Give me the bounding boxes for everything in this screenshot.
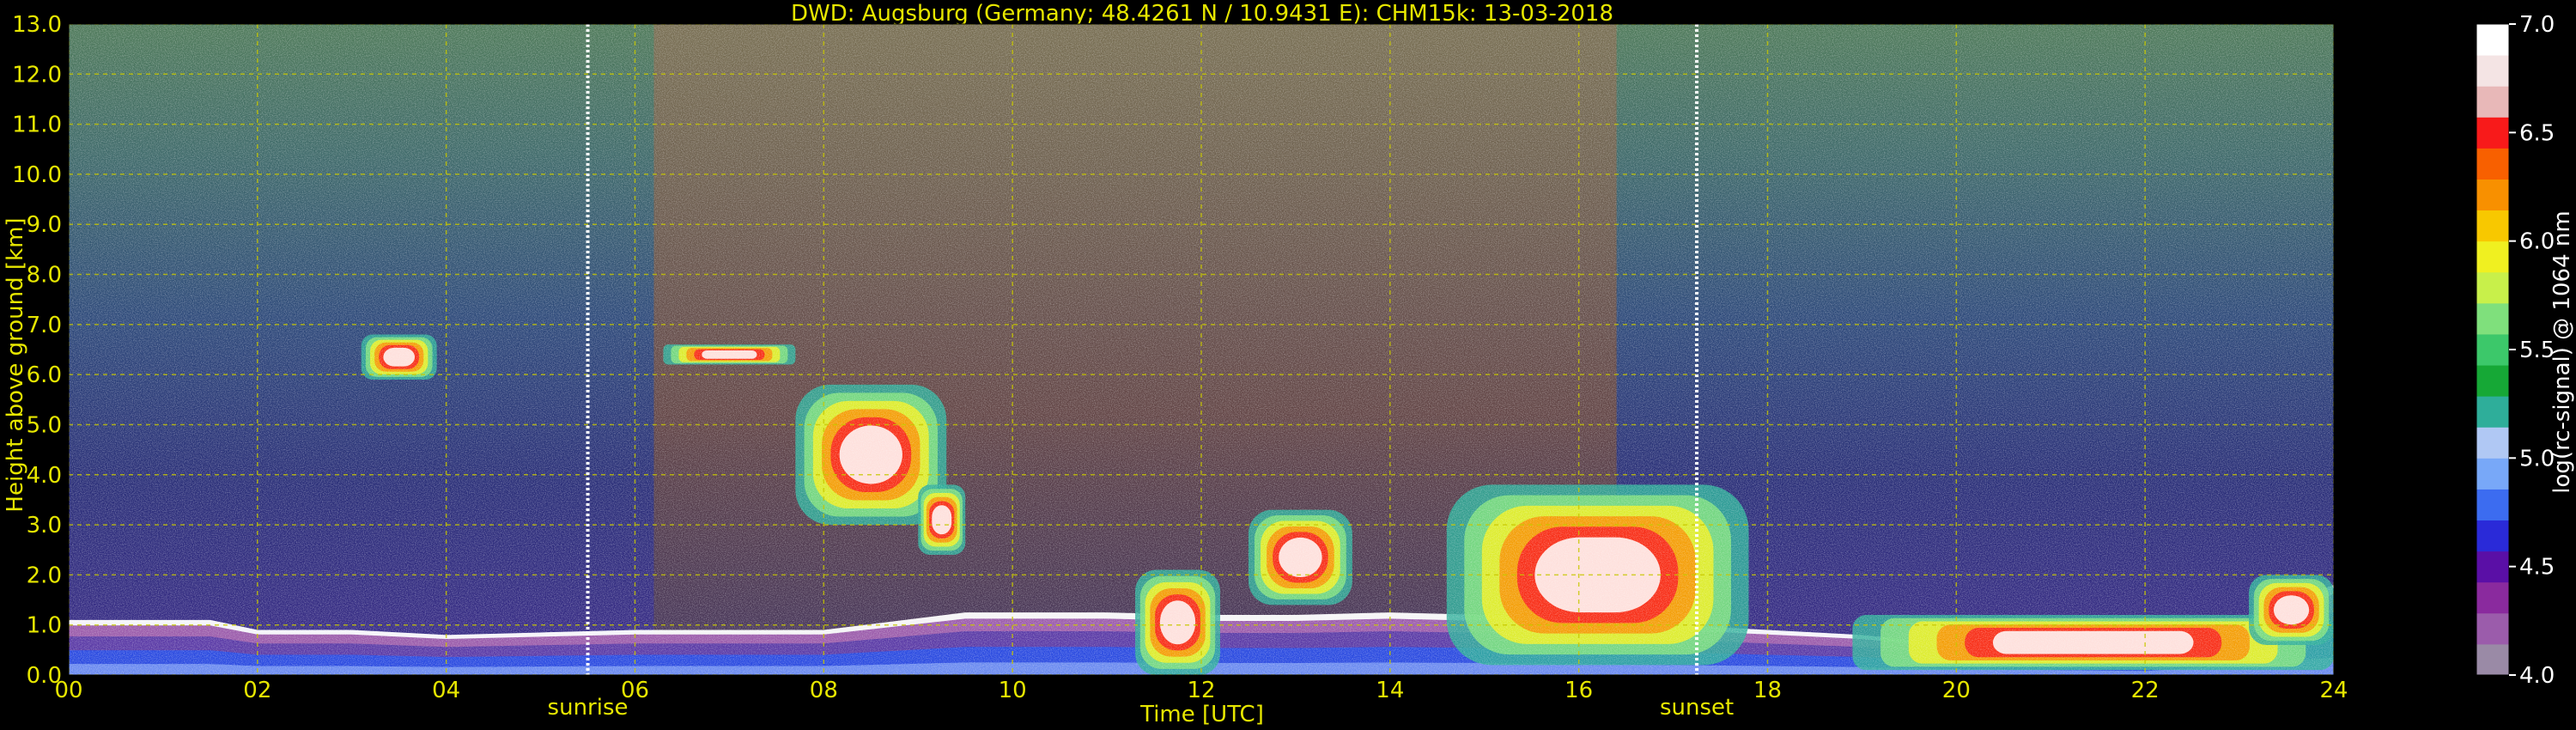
y-tick-label: 2.0 [27, 563, 62, 588]
x-tick-label: 04 [432, 678, 460, 703]
x-tick-label: 10 [999, 678, 1027, 703]
chart-title: DWD: Augsburg (Germany; 48.4261 N / 10.9… [791, 1, 1613, 27]
x-tick-label: 20 [1942, 678, 1971, 703]
sunrise-label: sunrise [548, 695, 629, 721]
x-tick-label: 02 [243, 678, 271, 703]
y-tick-label: 1.0 [27, 613, 62, 639]
y-tick-label: 4.0 [27, 463, 62, 489]
x-axis-label: Time [UTC] [1139, 702, 1264, 727]
y-tick-label: 9.0 [27, 212, 62, 238]
y-axis-label: Height above ground [km] [3, 217, 28, 512]
y-tick-label: 8.0 [27, 263, 62, 289]
colorbar-swatch [2476, 365, 2509, 397]
x-axis-ticks: 00 02 04 06 08 10 12 14 16 18 20 22 24 [54, 678, 2348, 703]
colorbar-swatch [2476, 643, 2509, 676]
x-tick-label: 18 [1753, 678, 1782, 703]
plot-area [69, 24, 2334, 675]
colorbar-swatch [2476, 458, 2509, 490]
x-tick-label: 12 [1187, 678, 1215, 703]
colorbar-swatch [2476, 396, 2509, 428]
y-tick-label: 6.0 [27, 362, 62, 388]
y-tick-label: 7.0 [27, 313, 62, 338]
colorbar [2476, 23, 2510, 676]
colorbar-swatch [2476, 520, 2509, 552]
colorbar-swatch [2476, 55, 2509, 87]
sunset-label: sunset [1660, 695, 1734, 721]
colorbar-swatch [2476, 333, 2509, 366]
y-tick-label: 0.0 [27, 663, 62, 689]
colorbar-label: log(rc-signal) @ 1064 nm [2549, 210, 2575, 493]
colorbar-swatch [2476, 148, 2509, 179]
x-tick-label: 22 [2131, 678, 2160, 703]
y-tick-label: 3.0 [27, 513, 62, 538]
colorbar-tick-label: 7.0 [2519, 12, 2555, 38]
colorbar-swatch [2476, 240, 2509, 273]
y-tick-label: 12.0 [12, 62, 62, 88]
colorbar-swatch [2476, 179, 2509, 211]
x-tick-label: 14 [1376, 678, 1404, 703]
colorbar-swatch [2476, 24, 2509, 56]
x-tick-label: 08 [810, 678, 838, 703]
y-tick-label: 13.0 [12, 12, 62, 38]
colorbar-swatch [2476, 302, 2509, 335]
colorbar-swatch [2476, 489, 2509, 521]
colorbar-swatch [2476, 271, 2509, 304]
x-tick-label: 16 [1564, 678, 1593, 703]
colorbar-swatch [2476, 551, 2509, 583]
y-tick-label: 11.0 [12, 113, 62, 138]
colorbar-swatch [2476, 117, 2509, 149]
colorbar-tick-label: 4.5 [2519, 555, 2555, 581]
colorbar-tick-label: 6.5 [2519, 120, 2555, 146]
colorbar-swatch [2476, 86, 2509, 118]
colorbar-swatch [2476, 612, 2509, 645]
x-tick-label: 24 [2319, 678, 2348, 703]
y-tick-label: 10.0 [12, 162, 62, 188]
colorbar-tick-label: 4.0 [2519, 663, 2555, 689]
colorbar-ticks: 4.04.55.05.56.06.57.0 [2509, 12, 2555, 689]
lidar-backscatter-chart: DWD: Augsburg (Germany; 48.4261 N / 10.9… [3, 1, 2575, 727]
colorbar-swatch [2476, 210, 2509, 242]
colorbar-swatch [2476, 581, 2509, 614]
colorbar-swatch [2476, 427, 2509, 459]
y-tick-label: 5.0 [27, 412, 62, 438]
